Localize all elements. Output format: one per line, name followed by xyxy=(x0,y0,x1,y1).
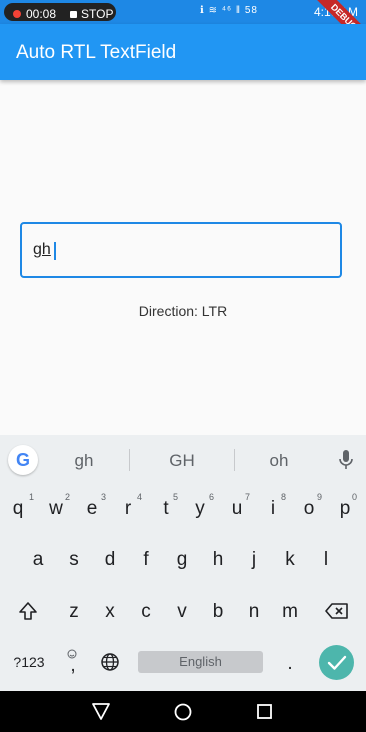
check-icon xyxy=(327,655,347,670)
key-l[interactable]: l xyxy=(316,549,336,571)
key-u[interactable]: u xyxy=(227,498,247,520)
status-bar: 00:08 STOP ℹ ≋ ⁴⁶ ‖ 58 4:16 AM DEBUG xyxy=(0,0,366,54)
status-icons: ℹ ≋ ⁴⁶ ‖ 58 xyxy=(200,5,258,16)
google-g-icon[interactable]: G xyxy=(8,445,38,475)
key-b[interactable]: b xyxy=(208,601,228,623)
key-w[interactable]: w xyxy=(44,498,68,520)
globe-icon[interactable] xyxy=(100,652,120,672)
text-caret xyxy=(54,242,56,260)
key-x[interactable]: x xyxy=(100,601,120,623)
key-n[interactable]: n xyxy=(244,601,264,623)
key-y[interactable]: y xyxy=(190,498,210,520)
emoji-icon xyxy=(67,649,77,659)
key-t[interactable]: t xyxy=(156,498,176,520)
key-d[interactable]: d xyxy=(100,549,120,571)
suggestion-3[interactable]: oh xyxy=(239,451,319,471)
key-k[interactable]: k xyxy=(280,549,300,571)
mic-icon[interactable] xyxy=(336,449,356,471)
recents-nav-icon[interactable] xyxy=(257,704,272,719)
key-i[interactable]: i xyxy=(263,498,283,520)
app-bar: Auto RTL TextField xyxy=(0,24,366,80)
back-nav-icon[interactable] xyxy=(92,703,110,720)
text-field-value[interactable]: gh xyxy=(33,241,51,259)
key-j[interactable]: j xyxy=(244,549,264,571)
key-a[interactable]: a xyxy=(28,549,48,571)
key-f[interactable]: f xyxy=(136,549,156,571)
text-field[interactable]: gh xyxy=(20,222,342,278)
key-p[interactable]: p xyxy=(335,498,355,520)
record-time: 00:08 xyxy=(26,7,57,21)
space-bar[interactable]: English xyxy=(138,651,263,673)
backspace-icon[interactable] xyxy=(325,602,349,620)
period-key[interactable]: . xyxy=(282,653,298,675)
stop-icon xyxy=(70,11,77,18)
navigation-bar xyxy=(0,691,366,732)
suggestion-divider xyxy=(129,449,130,471)
suggestion-divider xyxy=(234,449,235,471)
key-hint: 1 xyxy=(29,492,35,502)
key-r[interactable]: r xyxy=(118,498,138,520)
space-bar-label: English xyxy=(179,654,222,669)
key-h[interactable]: h xyxy=(208,549,228,571)
keyboard: G gh GH oh 1 q 2 w 3 e 4 r 5 t 6 y 7 u 8… xyxy=(0,435,366,691)
key-z[interactable]: z xyxy=(64,601,84,623)
suggestion-bar: G gh GH oh xyxy=(0,435,366,483)
home-nav-icon[interactable] xyxy=(174,703,192,721)
record-stop-label[interactable]: STOP xyxy=(81,7,113,21)
screen-recorder-pill[interactable]: 00:08 STOP xyxy=(4,3,116,21)
key-m[interactable]: m xyxy=(279,601,301,623)
key-q[interactable]: q xyxy=(8,498,28,520)
record-dot-icon xyxy=(13,10,21,18)
symbols-key[interactable]: ?123 xyxy=(8,654,50,670)
key-c[interactable]: c xyxy=(136,601,156,623)
suggestion-2[interactable]: GH xyxy=(142,451,222,471)
suggestion-1[interactable]: gh xyxy=(44,451,124,471)
direction-label: Direction: LTR xyxy=(138,303,228,319)
key-s[interactable]: s xyxy=(64,549,84,571)
key-v[interactable]: v xyxy=(172,601,192,623)
enter-key[interactable] xyxy=(319,645,354,680)
key-g[interactable]: g xyxy=(172,549,192,571)
key-o[interactable]: o xyxy=(299,498,319,520)
app-bar-title: Auto RTL TextField xyxy=(16,42,177,63)
shift-icon[interactable] xyxy=(17,600,39,622)
key-e[interactable]: e xyxy=(82,498,102,520)
